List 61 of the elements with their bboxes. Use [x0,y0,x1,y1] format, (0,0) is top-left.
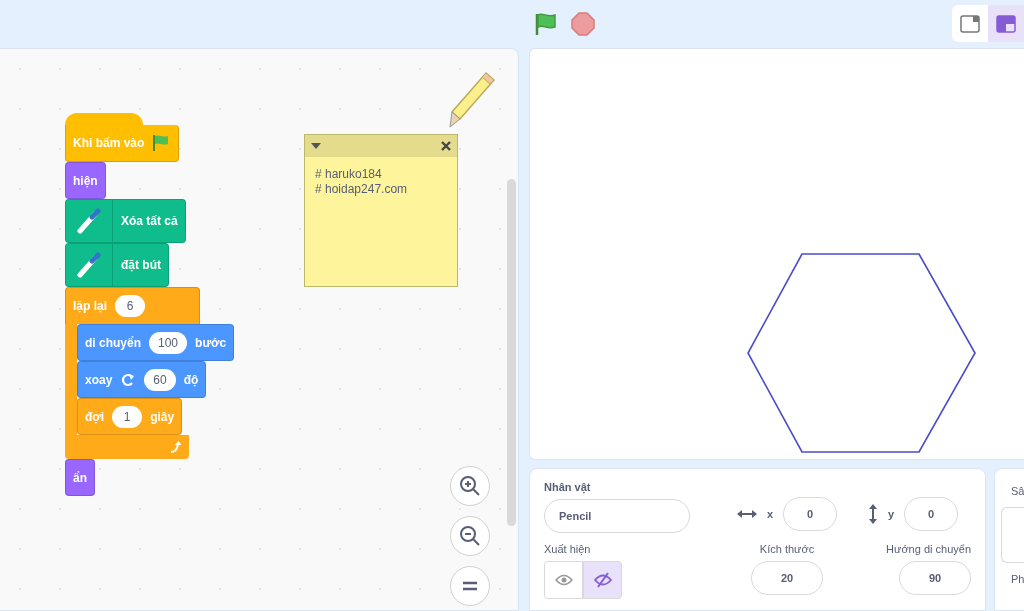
block-label: Khi bấm vào [73,136,145,150]
number-input[interactable]: 1 [112,405,143,428]
comment-text: # haruko184 [315,167,383,182]
hide-button[interactable] [583,561,622,599]
show-label: Xuất hiện [544,543,592,555]
direction-label: Hướng di chuyển [886,543,971,555]
code-block[interactable]: ẩn [65,459,95,496]
block-label: Xóa tất cả [121,214,178,228]
flag-icon[interactable] [533,12,559,36]
zoom-out-button[interactable] [450,516,490,556]
code-block[interactable]: di chuyển 100 bước [77,324,235,361]
pencil-sprite-icon [448,71,496,129]
eye-icon [554,574,573,586]
block-label: độ [183,372,199,387]
block-label: bước [195,335,227,350]
number-input[interactable]: 60 [144,368,176,391]
split-panel-layout-icon [996,14,1016,33]
number-input[interactable]: 100 [149,331,188,354]
equals-icon [461,580,479,592]
collapse-caret-icon[interactable] [311,143,321,149]
eye-slash-icon [593,572,612,588]
rotate-clockwise-icon [120,371,137,388]
block-label: giây [150,409,175,424]
sprite-label: Nhân vật [544,481,592,493]
zoom-in-button[interactable] [450,466,490,506]
y-label: y [887,508,895,520]
block-label: đợi [85,409,105,424]
zoom-in-icon [459,475,481,497]
layout-mode-button[interactable] [952,5,988,42]
show-button[interactable] [544,561,583,599]
pen-icon [76,252,102,278]
comment-text: # hoidap247.com [315,182,409,197]
size-label: Kích thước [759,543,815,555]
block-label: lặp lại [73,299,107,313]
vertical-arrow-icon [867,504,878,524]
block-label: di chuyển [85,335,141,350]
vertical-scrollbar[interactable] [507,179,516,526]
comment-note[interactable]: # haruko184 # hoidap247.com [304,134,458,287]
horizontal-arrow-icon [736,509,757,519]
block-label: xoay [85,372,113,387]
reset-zoom-button[interactable] [450,566,490,606]
stage-panel-title: Sâ [1011,485,1024,497]
block-label: đặt bút [121,258,161,272]
code-block[interactable]: đợi 1 giây [77,398,183,435]
stop-icon[interactable] [571,12,595,36]
block-label: hiện [73,173,98,188]
single-panel-layout-icon [960,14,980,33]
backdrops-label: Ph [1011,573,1024,585]
zoom-out-icon [459,525,481,547]
close-icon[interactable] [441,141,451,151]
repeat-block[interactable]: lặp lại 6 [65,287,200,324]
code-block[interactable]: hiện [65,162,106,199]
code-block[interactable]: xoay 60 độ [77,361,207,398]
layout-mode-button[interactable] [988,5,1024,42]
stage-thumbnail[interactable] [1001,507,1024,563]
block-label: ẩn [73,470,87,485]
number-input[interactable]: 6 [115,295,145,317]
x-label: x [766,508,774,520]
loop-arrow-icon [169,440,183,454]
flag-icon [152,134,171,152]
pen-icon [76,208,102,234]
